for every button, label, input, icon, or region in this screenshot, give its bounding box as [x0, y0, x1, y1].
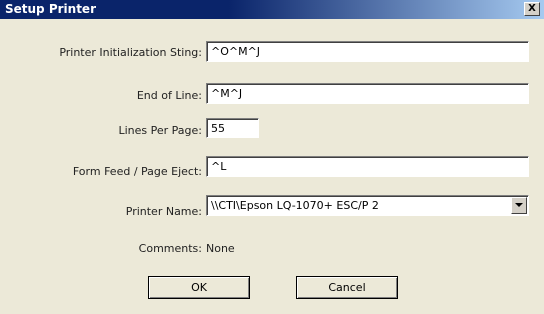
comments-value: None: [206, 242, 235, 255]
close-button[interactable]: X: [524, 2, 540, 16]
cancel-button[interactable]: Cancel: [296, 276, 398, 299]
end-of-line-label: End of Line:: [136, 89, 202, 102]
setup-printer-dialog: Setup Printer X Printer Initialization S…: [0, 0, 544, 314]
init-string-input[interactable]: ^O^M^J: [206, 41, 529, 62]
window-title: Setup Printer: [5, 2, 96, 16]
comments-label: Comments:: [138, 242, 202, 255]
init-string-value: ^O^M^J: [211, 45, 261, 58]
printer-name-label: Printer Name:: [125, 205, 202, 218]
lines-per-page-value: 55: [211, 122, 225, 135]
end-of-line-input[interactable]: ^M^J: [206, 83, 529, 104]
form-feed-label: Form Feed / Page Eject:: [72, 165, 202, 178]
printer-name-select[interactable]: \\CTI\Epson LQ-1070+ ESC/P 2: [206, 195, 529, 216]
ok-button[interactable]: OK: [148, 276, 250, 299]
chevron-down-icon[interactable]: [511, 197, 527, 214]
form-feed-input[interactable]: ^L: [206, 156, 529, 177]
init-string-label: Printer Initialization Sting:: [59, 46, 202, 59]
lines-per-page-input[interactable]: 55: [206, 118, 259, 138]
printer-name-value: \\CTI\Epson LQ-1070+ ESC/P 2: [211, 199, 379, 212]
form-feed-value: ^L: [211, 160, 227, 173]
lines-per-page-label: Lines Per Page:: [118, 124, 202, 137]
end-of-line-value: ^M^J: [211, 87, 243, 100]
close-icon: X: [528, 3, 536, 14]
title-bar[interactable]: Setup Printer X: [0, 0, 544, 19]
